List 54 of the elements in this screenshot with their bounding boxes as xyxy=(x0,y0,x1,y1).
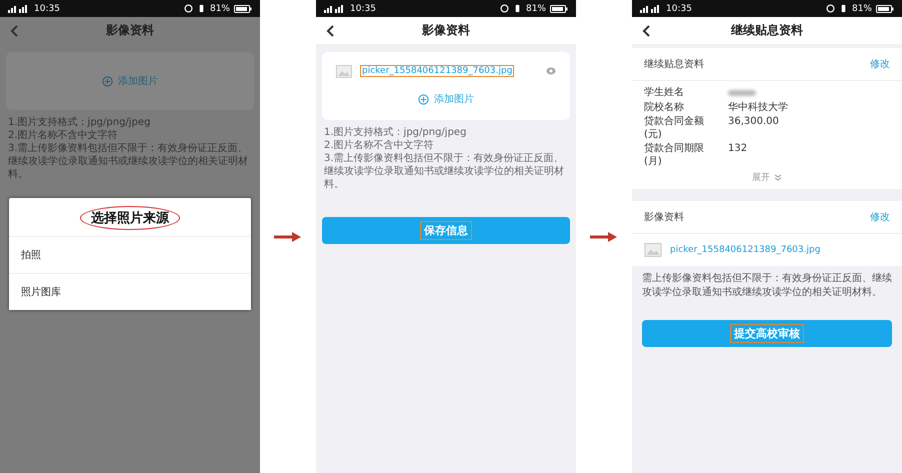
back-icon[interactable] xyxy=(326,25,334,37)
battery-icon xyxy=(550,4,568,12)
vibrate-icon xyxy=(512,4,522,13)
status-time: 10:35 xyxy=(666,4,692,14)
vibrate-icon xyxy=(196,4,206,13)
add-photo-button[interactable]: 添加图片 xyxy=(416,90,476,108)
double-chevron-icon xyxy=(774,174,782,181)
section-title: 继续贴息资料 xyxy=(644,58,704,71)
expand-button[interactable]: 展开 xyxy=(746,170,788,185)
edit-link[interactable]: 修改 xyxy=(870,57,890,71)
screen-title: 继续贴息资料 xyxy=(731,22,803,39)
field-label: 贷款合同金额(元) xyxy=(644,116,705,141)
battery-icon xyxy=(234,4,252,12)
field-label: 贷款合同期限(月) xyxy=(644,143,705,168)
arrow-icon xyxy=(590,230,618,242)
battery-percent: 81% xyxy=(526,4,546,14)
dialog-title: 选择照片来源 xyxy=(80,206,180,230)
edit-link[interactable]: 修改 xyxy=(870,210,890,224)
vibrate-icon xyxy=(838,4,848,13)
field-value: 华中科技大学 xyxy=(728,102,788,114)
plus-circle-icon xyxy=(102,76,113,86)
save-button[interactable]: 保存信息 xyxy=(322,217,570,244)
plus-circle-icon xyxy=(418,94,429,104)
back-icon[interactable] xyxy=(642,25,650,37)
image-icon xyxy=(644,243,662,257)
screen-title: 影像资料 xyxy=(422,22,470,39)
battery-percent: 81% xyxy=(210,4,230,14)
field-value: 132 xyxy=(728,143,748,156)
signal-icon xyxy=(640,4,662,13)
add-photo-button[interactable]: 添加图片 xyxy=(100,72,160,90)
battery-percent: 81% xyxy=(852,4,872,14)
dialog-option[interactable]: 拍照 xyxy=(9,237,251,274)
file-link[interactable]: picker_1558406121389_7603.jpg xyxy=(670,245,890,255)
field-label: 院校名称 xyxy=(644,102,685,114)
file-link[interactable]: picker_1558406121389_7603.jpg xyxy=(360,65,514,77)
screen-title: 影像资料 xyxy=(106,22,154,39)
field-label: 学生姓名 xyxy=(644,87,685,100)
alarm-clock-icon xyxy=(184,4,193,13)
upload-notes: 1.图片支持格式：jpg/png/jpeg 2.图片名称不含中文字符 3.需上传影像资料包括但不限于：有效身份证正反面、继续攻读学位录取通知书或继续攻读学位的相关证明材料。 xyxy=(324,126,565,191)
signal-icon xyxy=(324,4,346,13)
upload-notes: 1.图片支持格式：jpg/png/jpeg 2.图片名称不含中文字符 3.需上传影像资料包括但不限于：有效身份证正反面、继续攻读学位录取通知书或继续攻读学位的相关证明材料。 xyxy=(8,116,249,181)
image-icon xyxy=(336,64,352,78)
submit-button[interactable]: 提交高校审核 xyxy=(642,320,892,347)
alarm-clock-icon xyxy=(826,4,835,13)
status-time: 10:35 xyxy=(34,4,60,14)
alarm-clock-icon xyxy=(500,4,509,13)
upload-note: 需上传影像资料包括但不限于：有效身份证正反面、继续攻读学位录取通知书或继续攻读学位的相关证明材料。 xyxy=(641,272,893,300)
field-value: 36,300.00 xyxy=(728,116,779,129)
dialog-option[interactable]: 照片图库 xyxy=(9,274,251,310)
signal-icon xyxy=(8,4,30,13)
battery-icon xyxy=(876,4,894,12)
status-time: 10:35 xyxy=(350,4,376,14)
arrow-icon xyxy=(274,230,302,242)
section-title: 影像资料 xyxy=(644,210,684,224)
